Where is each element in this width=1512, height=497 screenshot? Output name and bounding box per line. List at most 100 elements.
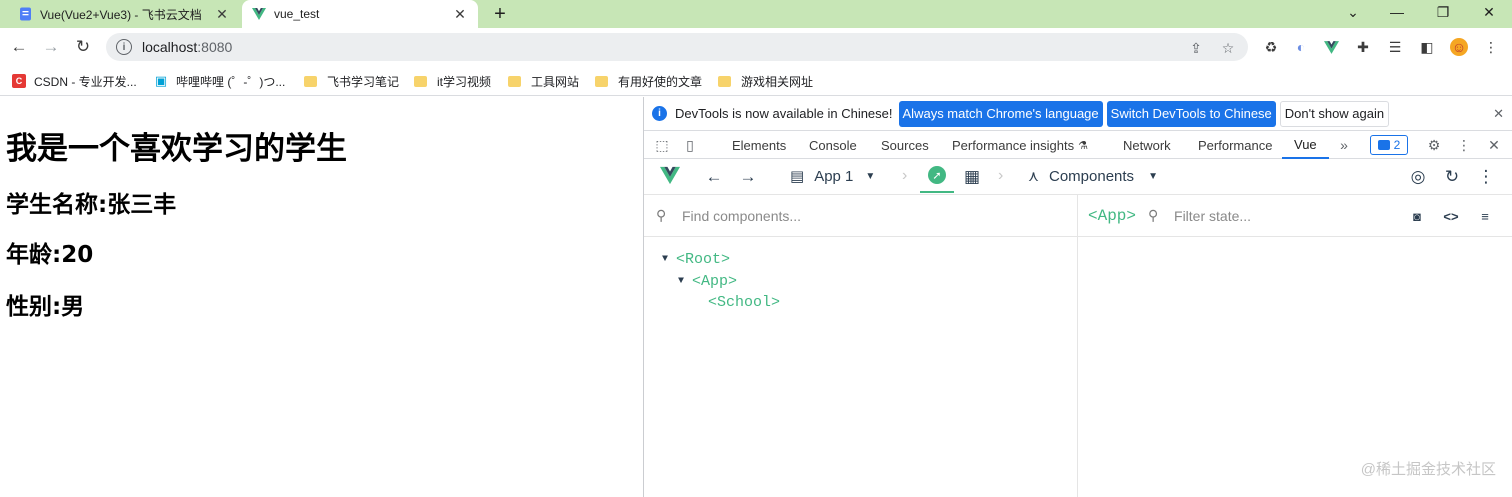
folder-icon xyxy=(304,75,317,87)
search-icon: ⚲ xyxy=(656,207,667,223)
close-window-button[interactable]: ✕ xyxy=(1466,0,1512,24)
browser-tab-vue-test[interactable]: vue_test ✕ xyxy=(242,0,478,28)
close-icon[interactable]: ✕ xyxy=(452,6,468,22)
bookmark-folder-it[interactable]: it学习视频 xyxy=(414,71,491,91)
bookmark-csdn[interactable]: C CSDN - 专业开发... xyxy=(12,71,137,91)
minimize-button[interactable]: — xyxy=(1374,0,1420,24)
expand-caret-icon[interactable]: ▼ xyxy=(662,254,676,265)
shield-extension-icon[interactable]: ◐ xyxy=(1292,38,1310,56)
tab-performance[interactable]: Performance xyxy=(1198,131,1272,159)
tree-node-label: <School> xyxy=(708,293,781,311)
bilibili-icon: ▣ xyxy=(154,73,168,88)
components-selector[interactable]: ⋏ Components ▼ xyxy=(1028,159,1158,193)
bookmark-label: 飞书学习笔记 xyxy=(327,74,400,89)
folder-icon xyxy=(508,75,521,87)
tree-node-root[interactable]: ▼ <Root> xyxy=(662,249,730,269)
issues-badge[interactable]: 2 xyxy=(1370,135,1408,155)
vue-devtools-extension-icon[interactable] xyxy=(1322,38,1340,56)
more-menu-icon[interactable]: ⋮ xyxy=(1482,38,1500,56)
browser-tab-feishu[interactable]: Vue(Vue2+Vue3) - 飞书云文档 ✕ xyxy=(8,0,240,28)
bookmark-star-icon[interactable]: ☆ xyxy=(1220,40,1236,56)
tree-node-school[interactable]: <School> xyxy=(708,292,780,312)
forward-arrow-icon[interactable]: → xyxy=(738,167,758,187)
inspect-element-icon[interactable]: ⬚ xyxy=(654,137,670,153)
url-text: localhost:8080 xyxy=(142,39,233,55)
bookmark-label: it学习视频 xyxy=(437,74,492,89)
find-components-row: ⚲ xyxy=(644,195,1077,237)
close-icon[interactable]: ✕ xyxy=(1493,106,1504,122)
scroll-to-component-icon[interactable]: ◙ xyxy=(1408,208,1426,224)
info-icon[interactable]: i xyxy=(116,39,132,55)
bookmark-folder-tools[interactable]: 工具网站 xyxy=(508,71,579,91)
caret-down-icon: ▼ xyxy=(1148,170,1158,182)
close-icon[interactable]: ✕ xyxy=(1486,137,1502,153)
chevron-down-icon[interactable]: ⌄ xyxy=(1330,0,1376,24)
device-toolbar-icon[interactable]: ▯ xyxy=(682,137,698,153)
vue-devtools-toolbar: ← → ▤ App 1 ▼ › ➚ ▦ › ⋏ Components ▼ ◎ ↻… xyxy=(644,159,1512,195)
puzzle-extensions-icon[interactable]: ✚ xyxy=(1354,38,1372,56)
reading-list-icon[interactable]: ☰ xyxy=(1386,38,1404,56)
forward-button[interactable]: → xyxy=(39,35,63,59)
back-button[interactable]: ← xyxy=(7,35,31,59)
restore-button[interactable]: ❐ xyxy=(1420,0,1466,24)
tree-node-app[interactable]: ▼ <App> xyxy=(678,271,737,291)
address-bar[interactable]: i localhost:8080 ⇪ ☆ xyxy=(106,33,1248,61)
tab-network[interactable]: Network xyxy=(1123,131,1171,159)
language-infobar: i DevTools is now available in Chinese! … xyxy=(644,97,1512,131)
folder-icon xyxy=(595,75,608,87)
component-state-pane: <App> ⚲ ◙ <> ≡ xyxy=(1078,195,1512,497)
back-arrow-icon[interactable]: ← xyxy=(704,167,724,187)
reload-button[interactable]: ↻ xyxy=(71,35,95,59)
folder-icon xyxy=(718,75,731,87)
tab-elements[interactable]: Elements xyxy=(732,131,786,159)
info-icon: i xyxy=(652,106,667,121)
app-selector-label: App 1 xyxy=(814,167,854,185)
more-menu-icon[interactable]: ⋮ xyxy=(1476,167,1496,187)
find-components-input[interactable] xyxy=(682,207,982,224)
code-icon[interactable]: <> xyxy=(1442,208,1460,224)
breadcrumb-separator: › xyxy=(902,167,908,184)
expand-caret-icon[interactable]: ▼ xyxy=(678,276,692,287)
collapse-list-icon[interactable]: ≡ xyxy=(1476,208,1494,224)
more-menu-icon[interactable]: ⋮ xyxy=(1456,137,1472,153)
components-label: Components xyxy=(1049,167,1135,185)
switch-chinese-button[interactable]: Switch DevTools to Chinese xyxy=(1106,100,1276,127)
dont-show-again-button[interactable]: Don't show again xyxy=(1279,100,1390,127)
component-tree-icon: ⋏ xyxy=(1028,168,1039,185)
match-language-button[interactable]: Always match Chrome's language xyxy=(898,100,1103,127)
tab-sources[interactable]: Sources xyxy=(881,131,929,159)
target-select-icon[interactable]: ◎ xyxy=(1408,167,1428,187)
vue-logo-icon xyxy=(252,7,266,21)
compass-icon: ➚ xyxy=(928,166,946,184)
gear-icon[interactable]: ⚙ xyxy=(1426,137,1442,153)
refresh-icon[interactable]: ↻ xyxy=(1442,167,1462,187)
selected-component-tag: <App> xyxy=(1088,206,1137,225)
breadcrumb-separator: › xyxy=(998,167,1004,184)
inspector-tab[interactable]: ➚ xyxy=(920,159,954,193)
more-tabs-icon[interactable]: » xyxy=(1336,137,1352,153)
csdn-icon: C xyxy=(12,74,26,88)
caret-down-icon: ▼ xyxy=(865,170,876,182)
search-icon: ⚲ xyxy=(1148,207,1159,223)
bookmark-folder-articles[interactable]: 有用好使的文章 xyxy=(595,71,702,91)
app-selector[interactable]: ▤ App 1 ▼ xyxy=(790,159,875,193)
student-name: 学生名称:张三丰 xyxy=(6,192,177,218)
bookmark-label: 有用好使的文章 xyxy=(618,74,703,89)
side-panel-icon[interactable]: ◧ xyxy=(1418,38,1436,56)
new-tab-button[interactable]: + xyxy=(488,2,512,26)
timeline-icon[interactable]: ▦ xyxy=(962,167,982,187)
tab-performance-insights[interactable]: Performance insights ⚗ xyxy=(952,131,1088,159)
doc-icon xyxy=(18,7,32,21)
tab-console[interactable]: Console xyxy=(809,131,857,159)
devtools-panel: i DevTools is now available in Chinese! … xyxy=(643,97,1512,497)
page-heading: 我是一个喜欢学习的学生 xyxy=(6,131,347,167)
tab-vue[interactable]: Vue xyxy=(1282,131,1329,159)
bookmark-folder-games[interactable]: 游戏相关网址 xyxy=(718,71,813,91)
avatar[interactable]: ☺ xyxy=(1450,38,1468,56)
bookmark-folder-feishu[interactable]: 飞书学习笔记 xyxy=(304,71,399,91)
filter-state-input[interactable] xyxy=(1174,207,1375,224)
bookmark-bilibili[interactable]: ▣ 哔哩哔哩 (゜-゜)つ... xyxy=(154,71,285,91)
recycle-extension-icon[interactable]: ♻ xyxy=(1262,38,1280,56)
share-icon[interactable]: ⇪ xyxy=(1188,40,1204,56)
close-icon[interactable]: ✕ xyxy=(214,6,230,22)
